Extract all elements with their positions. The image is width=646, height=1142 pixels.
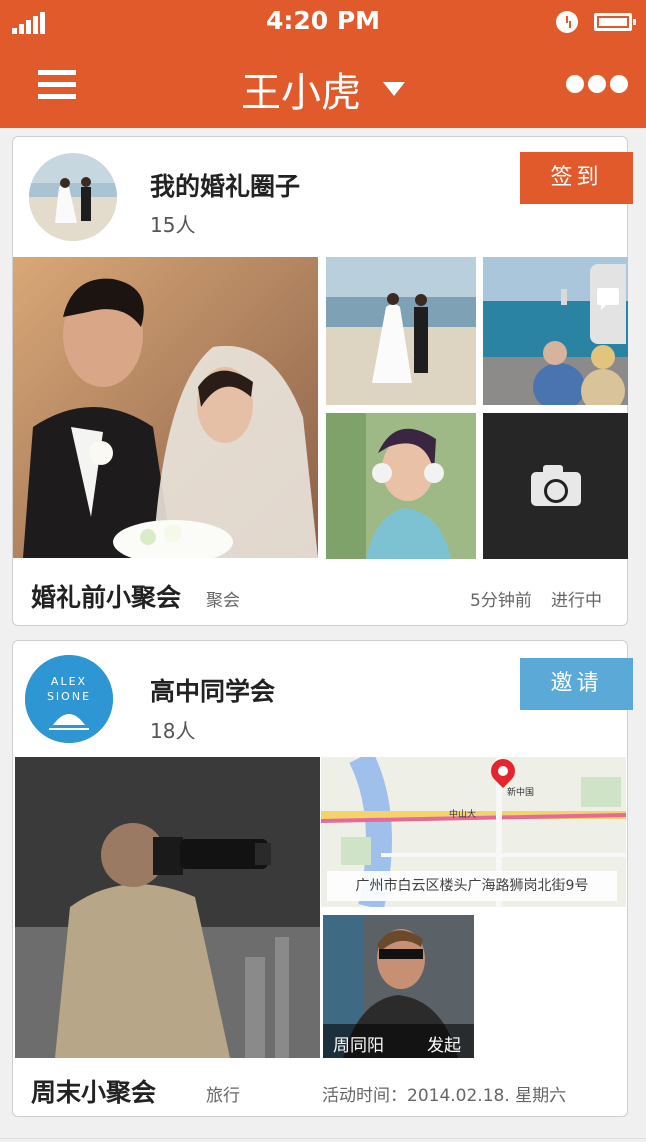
add-photo-button[interactable] bbox=[483, 413, 628, 559]
initiator-caption: 周同阳 发起 bbox=[323, 1024, 474, 1058]
member-count: 15人 bbox=[150, 213, 196, 237]
page-title: 王小虎 bbox=[241, 70, 361, 116]
initiator-name: 周同阳 bbox=[333, 1036, 384, 1056]
chat-bubble-icon[interactable] bbox=[590, 264, 626, 344]
event-type: 旅行 bbox=[206, 1086, 240, 1106]
event-time: 5分钟前 bbox=[470, 591, 532, 611]
group-avatar: ALEX SIONE bbox=[25, 655, 113, 743]
group-avatar bbox=[29, 153, 117, 241]
map-address: 广州市白云区楼头广海路狮岗北街9号 bbox=[327, 871, 617, 901]
event-main-photo[interactable] bbox=[15, 757, 320, 1058]
initiator-action: 发起 bbox=[427, 1036, 461, 1056]
initiator-photo[interactable]: 周同阳 发起 bbox=[323, 915, 474, 1058]
event-main-photo[interactable] bbox=[13, 257, 318, 558]
checkin-button[interactable]: 签到 bbox=[520, 152, 633, 204]
avatar-text: SIONE bbox=[46, 690, 92, 703]
event-photo-portrait[interactable] bbox=[326, 413, 476, 559]
group-card[interactable]: ALEX SIONE 高中同学会 18人 邀请 中山大 新中国 广州市白云区楼头… bbox=[12, 640, 633, 1117]
status-time: 4:20 PM bbox=[265, 6, 381, 35]
event-time: 活动时间：2014.02.18. 星期六 bbox=[322, 1086, 567, 1106]
group-name[interactable]: 我的婚礼圈子 bbox=[150, 167, 300, 203]
app-header: 4:20 PM 王小虎 bbox=[0, 0, 646, 128]
more-dots-icon[interactable] bbox=[566, 74, 630, 96]
group-card[interactable]: 我的婚礼圈子 15人 签到 婚礼前小聚会 聚会 5分钟前 进行中 bbox=[12, 136, 633, 626]
avatar-text: ALEX bbox=[50, 675, 88, 688]
account-switcher[interactable]: 王小虎 bbox=[241, 60, 405, 118]
battery-full-icon bbox=[594, 13, 636, 31]
event-title[interactable]: 周末小聚会 bbox=[31, 1073, 156, 1109]
event-type: 聚会 bbox=[206, 591, 240, 611]
map-label: 中山大 bbox=[449, 810, 477, 820]
group-name[interactable]: 高中同学会 bbox=[150, 672, 275, 708]
invite-button[interactable]: 邀请 bbox=[520, 658, 633, 710]
event-status: 进行中 bbox=[551, 591, 602, 611]
divider bbox=[0, 1138, 646, 1139]
event-title[interactable]: 婚礼前小聚会 bbox=[31, 578, 181, 614]
event-map[interactable]: 中山大 新中国 广州市白云区楼头广海路狮岗北街9号 bbox=[321, 757, 626, 907]
event-photo-beach[interactable] bbox=[326, 257, 476, 405]
caret-down-icon bbox=[383, 82, 405, 96]
member-count: 18人 bbox=[150, 719, 196, 743]
clock-icon bbox=[556, 11, 578, 33]
status-bar: 4:20 PM bbox=[0, 0, 646, 46]
map-label: 新中国 bbox=[507, 788, 535, 798]
title-area: 王小虎 bbox=[0, 60, 646, 118]
